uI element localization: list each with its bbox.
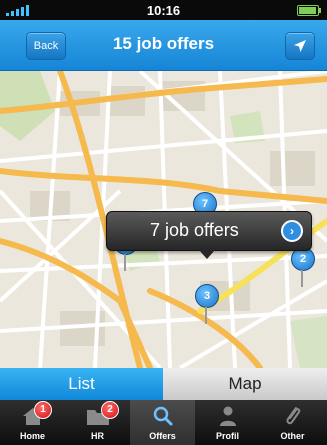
segment-list[interactable]: List bbox=[0, 368, 163, 400]
pin-count: 3 bbox=[195, 284, 219, 308]
locate-button[interactable] bbox=[285, 32, 315, 60]
chevron-right-icon[interactable]: › bbox=[281, 220, 303, 242]
notification-badge: 2 bbox=[101, 401, 119, 419]
tab-label: HR bbox=[91, 431, 104, 441]
map-pin[interactable]: 2 bbox=[290, 247, 316, 287]
navigation-bar: Back 15 job offers bbox=[0, 20, 327, 71]
segment-map[interactable]: Map bbox=[163, 368, 327, 400]
person-icon bbox=[220, 406, 236, 426]
view-switcher: List Map bbox=[0, 368, 327, 400]
status-bar: 10:16 bbox=[0, 0, 327, 20]
tab-offers[interactable]: Offers bbox=[130, 400, 195, 445]
tab-label: Offers bbox=[149, 431, 176, 441]
tab-label: Home bbox=[19, 431, 45, 441]
tab-label: Profil bbox=[215, 431, 239, 441]
status-time: 10:16 bbox=[146, 3, 181, 18]
tab-profil[interactable]: Profil bbox=[195, 400, 260, 445]
location-arrow-icon bbox=[294, 40, 306, 52]
page-title: 15 job offers bbox=[112, 34, 215, 53]
notification-badge: 1 bbox=[34, 401, 52, 419]
map-pin[interactable]: 3 bbox=[194, 284, 220, 324]
tab-other[interactable]: Other bbox=[260, 400, 327, 445]
tab-label: Other bbox=[280, 431, 305, 441]
callout-text: 7 job offers bbox=[150, 220, 239, 240]
tab-bar: 1 Home 2 HR Offers Profil Other bbox=[0, 400, 327, 445]
paperclip-icon bbox=[286, 407, 301, 425]
map-callout[interactable]: 7 job offers › bbox=[106, 211, 312, 259]
battery-icon bbox=[297, 5, 321, 16]
tab-hr[interactable]: 2 HR bbox=[65, 400, 130, 445]
search-icon bbox=[153, 406, 173, 426]
map-view[interactable]: 3 7 3 2 7 job offers › bbox=[0, 71, 327, 368]
tab-home[interactable]: 1 Home bbox=[0, 400, 65, 445]
app-screen: 10:16 Back 15 job offers 7 3 2 7 job off… bbox=[0, 0, 327, 445]
